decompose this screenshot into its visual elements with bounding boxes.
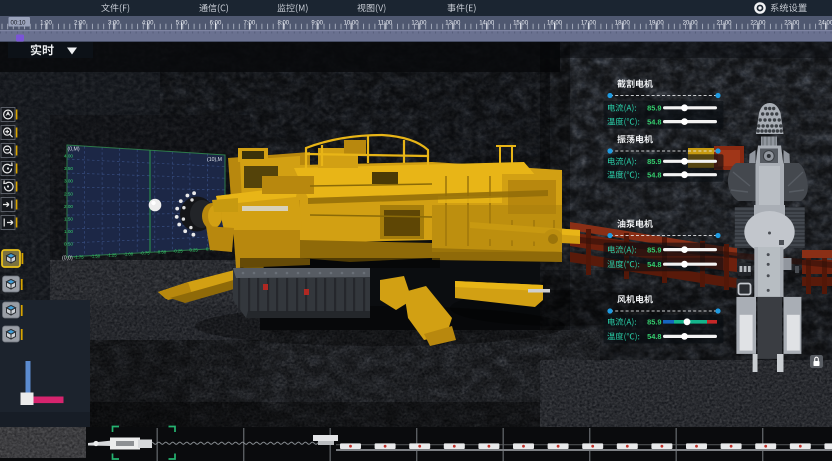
svg-text:54.8: 54.8 xyxy=(647,171,661,180)
svg-text:85.9: 85.9 xyxy=(647,318,661,327)
svg-text:00:10: 00:10 xyxy=(11,20,27,26)
svg-text:85.9: 85.9 xyxy=(647,104,661,113)
svg-text:24:00: 24:00 xyxy=(818,20,832,26)
svg-text:85.9: 85.9 xyxy=(647,245,661,254)
svg-text:54.8: 54.8 xyxy=(647,117,661,126)
svg-text:85.9: 85.9 xyxy=(647,157,661,166)
svg-text:54.8: 54.8 xyxy=(647,260,661,269)
svg-text:54.8: 54.8 xyxy=(647,332,661,341)
